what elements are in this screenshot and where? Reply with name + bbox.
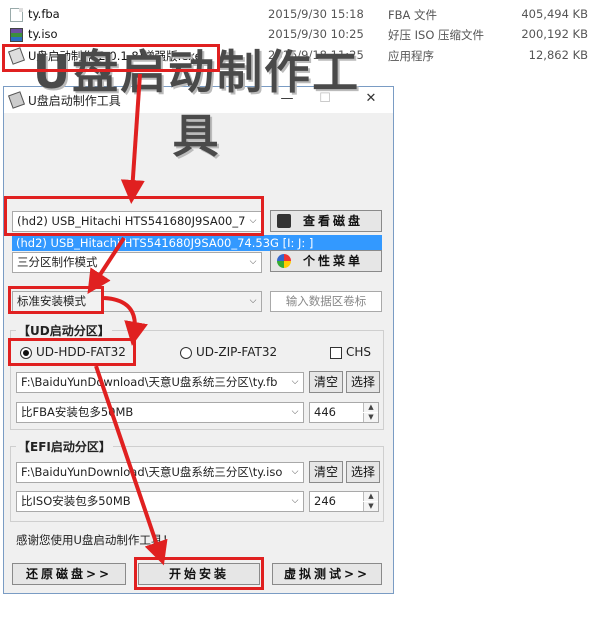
arrow-1	[120, 73, 145, 204]
arrow-2	[87, 236, 126, 295]
arrow-4	[94, 365, 168, 566]
arrow-3	[103, 296, 148, 346]
annotation-arrows	[87, 73, 168, 566]
